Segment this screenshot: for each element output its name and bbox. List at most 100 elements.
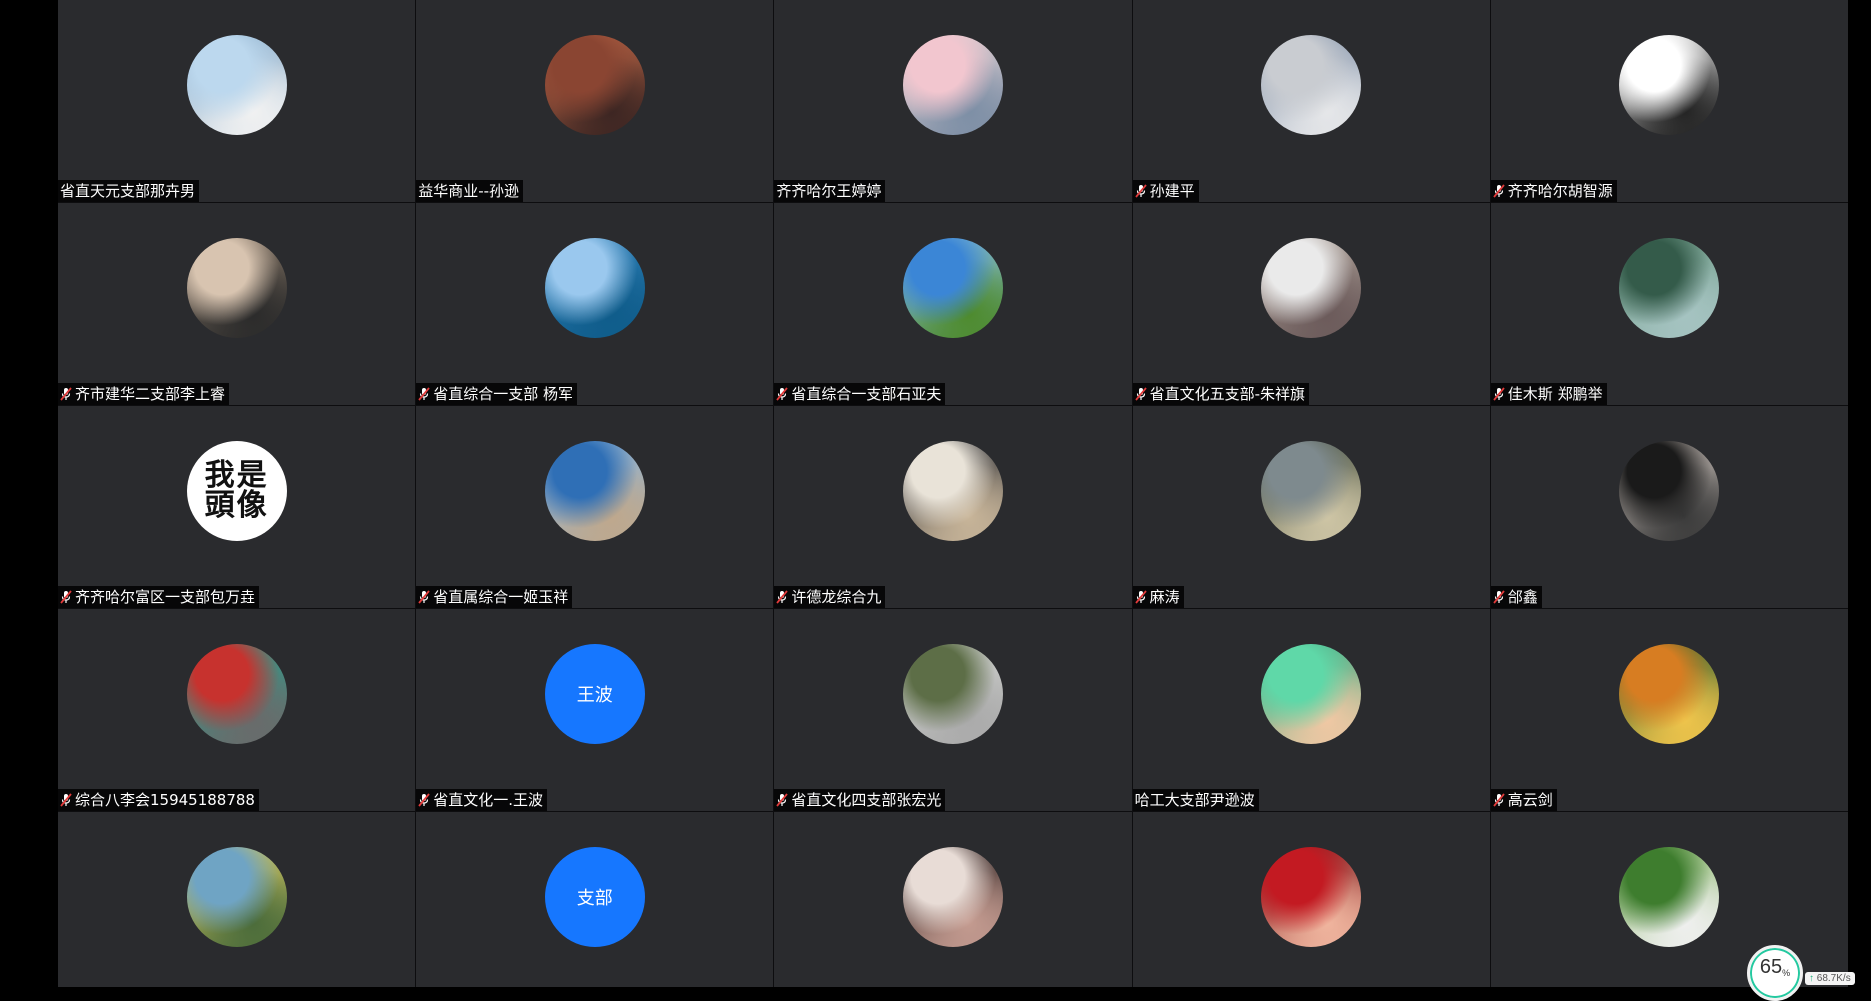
muted-mic-icon xyxy=(1493,590,1505,604)
muted-mic-icon xyxy=(1493,793,1505,807)
participant-name-tag: 省直综合一支部 杨军 xyxy=(416,383,577,405)
participant-tile[interactable]: 齐齐哈尔王婷婷 xyxy=(774,0,1132,202)
participant-tile[interactable]: 省直文化四支部张宏光 xyxy=(774,609,1132,811)
participant-name: 郃鑫 xyxy=(1507,588,1538,606)
avatar-initials: 支部 xyxy=(576,888,613,909)
avatar-photo-icon xyxy=(1261,644,1362,744)
avatar-photo-icon xyxy=(1261,441,1362,541)
participant-name: 益华商业--孙逊 xyxy=(418,182,520,200)
participant-tile[interactable]: 省直综合一支部石亚夫 xyxy=(774,203,1132,405)
avatar-photo-icon xyxy=(902,441,1003,541)
avatar-photo-icon xyxy=(1261,35,1362,135)
avatar-photo-icon xyxy=(902,238,1003,338)
muted-mic-icon xyxy=(1134,590,1147,604)
muted-mic-icon xyxy=(776,387,789,401)
muted-mic-icon xyxy=(776,590,789,604)
network-speed-widget[interactable]: 65% ↑ 68.7K/s xyxy=(1747,945,1857,1001)
participant-name-tag: 齐齐哈尔胡智源 xyxy=(1490,180,1617,202)
participant-name-tag: 省直文化四支部张宏光 xyxy=(774,789,946,811)
participant-name: 综合八李会15945188788 xyxy=(75,791,255,809)
muted-mic-icon xyxy=(776,793,789,807)
participant-name-tag: 佳木斯 郑鹏举 xyxy=(1490,383,1607,405)
participant-name: 省直文化四支部张宏光 xyxy=(791,791,942,809)
avatar-photo-icon xyxy=(1619,238,1720,338)
muted-mic-icon xyxy=(418,590,430,604)
avatar-photo-icon xyxy=(902,35,1003,135)
participant-name: 省直文化五支部-朱祥旗 xyxy=(1149,385,1306,403)
avatar-photo-icon xyxy=(544,238,645,338)
participant-name-tag: 省直文化一.王波 xyxy=(416,789,547,811)
muted-mic-icon xyxy=(60,793,72,807)
participant-tile[interactable]: 我是頭像 齐齐哈尔富区一支部包万垚 xyxy=(58,406,416,608)
participant-name-tag: 孙建平 xyxy=(1132,180,1199,202)
meeting-gallery-view: 省直天元支部那卉男 益华商业--孙逊 齐齐哈尔王婷婷 孙建平 齐齐哈尔胡智源齐市建华二支… xyxy=(0,0,1871,1001)
avatar-photo-icon xyxy=(186,644,287,744)
avatar-photo-icon xyxy=(1619,441,1720,541)
avatar-photo-icon xyxy=(1261,847,1362,947)
participant-name: 齐齐哈尔王婷婷 xyxy=(776,182,882,200)
avatar-photo-icon xyxy=(186,35,287,135)
avatar-photo-icon xyxy=(544,35,645,135)
muted-mic-icon xyxy=(418,387,430,401)
avatar-photo-icon xyxy=(544,441,645,541)
participant-tile[interactable]: 麻涛 xyxy=(1132,406,1490,608)
avatar-photo-icon xyxy=(902,644,1003,744)
avatar-photo-icon xyxy=(1619,847,1720,947)
participant-tile[interactable]: 支部 xyxy=(416,812,774,987)
muted-mic-icon xyxy=(1134,387,1147,401)
participant-name: 孙建平 xyxy=(1149,182,1195,200)
participant-name-tag: 麻涛 xyxy=(1132,586,1184,608)
participant-tile[interactable]: 齐市建华二支部李上睿 xyxy=(58,203,416,405)
participant-tile[interactable]: 高云剑 xyxy=(1490,609,1848,811)
participant-name: 省直综合一支部 杨军 xyxy=(433,385,573,403)
avatar-initials-icon: 王波 xyxy=(544,644,645,744)
avatar-photo-icon xyxy=(186,847,287,947)
participant-tile[interactable]: 孙建平 xyxy=(1132,0,1490,202)
participant-name: 麻涛 xyxy=(1149,588,1180,606)
participant-name-tag: 益华商业--孙逊 xyxy=(416,180,524,202)
participant-name-tag: 省直文化五支部-朱祥旗 xyxy=(1132,383,1310,405)
participant-name: 佳木斯 郑鹏举 xyxy=(1507,385,1603,403)
participant-name-tag: 高云剑 xyxy=(1490,789,1557,811)
participant-tile[interactable]: 省直属综合一姬玉祥 xyxy=(416,406,774,608)
participant-tile[interactable]: 省直综合一支部 杨军 xyxy=(416,203,774,405)
participant-tile[interactable] xyxy=(58,812,416,987)
avatar-initials-icon: 支部 xyxy=(544,847,645,947)
participant-name-tag: 齐市建华二支部李上睿 xyxy=(58,383,230,405)
participant-tile[interactable]: 省直天元支部那卉男 xyxy=(58,0,416,202)
avatar-photo-icon xyxy=(186,238,287,338)
upload-arrow-icon: ↑ xyxy=(1809,973,1814,984)
participant-name-tag: 许德龙综合九 xyxy=(774,586,886,608)
muted-mic-icon xyxy=(1493,387,1505,401)
participant-name: 省直综合一支部石亚夫 xyxy=(791,385,942,403)
participant-name: 省直属综合一姬玉祥 xyxy=(433,588,569,606)
participant-tile[interactable]: 益华商业--孙逊 xyxy=(416,0,774,202)
participant-name: 省直文化一.王波 xyxy=(433,791,543,809)
participant-tile[interactable] xyxy=(774,812,1132,987)
participant-tile[interactable]: 综合八李会15945188788 xyxy=(58,609,416,811)
participant-tile[interactable] xyxy=(1132,812,1490,987)
participant-name-tag: 综合八李会15945188788 xyxy=(58,789,259,811)
participant-name-tag: 省直天元支部那卉男 xyxy=(58,180,200,202)
avatar-photo-icon xyxy=(1619,35,1720,135)
participant-name: 齐市建华二支部李上睿 xyxy=(75,385,226,403)
avatar-photo-icon xyxy=(902,847,1003,947)
participant-name-tag: 省直属综合一姬玉祥 xyxy=(416,586,573,608)
avatar-photo-icon: 我是頭像 xyxy=(186,441,287,541)
participant-tile[interactable]: 佳木斯 郑鹏举 xyxy=(1490,203,1848,405)
participant-tile[interactable]: 郃鑫 xyxy=(1490,406,1848,608)
participant-tile[interactable]: 王波省直文化一.王波 xyxy=(416,609,774,811)
network-rate-value: 68.7K/s xyxy=(1816,973,1851,984)
participant-tile[interactable]: 哈工大支部尹逊波 xyxy=(1132,609,1490,811)
participant-name-tag: 哈工大支部尹逊波 xyxy=(1132,789,1259,811)
participant-name: 齐齐哈尔胡智源 xyxy=(1507,182,1613,200)
participant-tile[interactable]: 许德龙综合九 xyxy=(774,406,1132,608)
participant-name-tag: 齐齐哈尔王婷婷 xyxy=(774,180,886,202)
muted-mic-icon xyxy=(1493,184,1505,198)
participant-tile[interactable]: 省直文化五支部-朱祥旗 xyxy=(1132,203,1490,405)
participant-tile[interactable]: 齐齐哈尔胡智源 xyxy=(1490,0,1848,202)
participant-grid: 省直天元支部那卉男 益华商业--孙逊 齐齐哈尔王婷婷 孙建平 齐齐哈尔胡智源齐市建华二支… xyxy=(58,0,1848,987)
participant-name: 哈工大支部尹逊波 xyxy=(1134,791,1255,809)
muted-mic-icon xyxy=(1134,184,1147,198)
participant-name: 高云剑 xyxy=(1507,791,1553,809)
